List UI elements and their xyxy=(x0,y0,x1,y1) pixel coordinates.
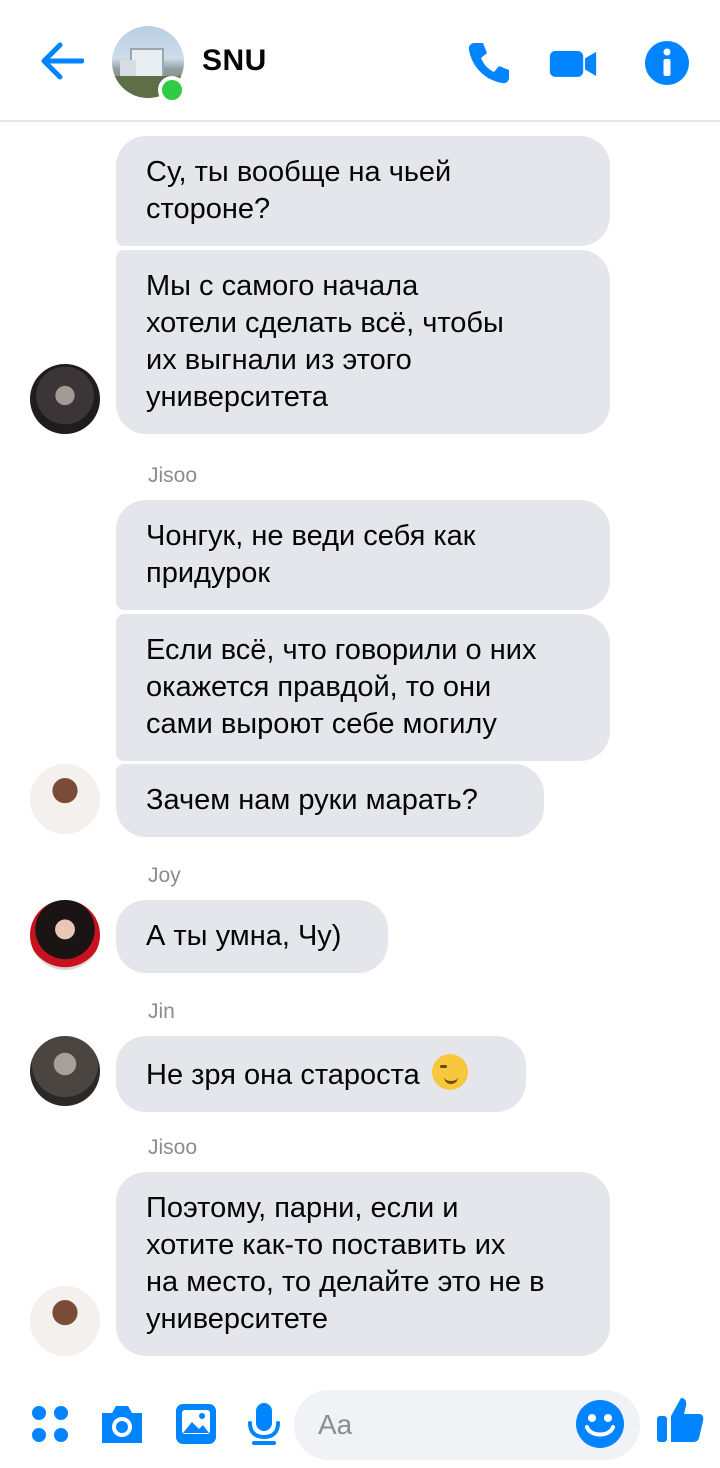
sender-name: Joy xyxy=(148,864,181,887)
arrow-left-icon xyxy=(41,42,84,80)
message-bubble[interactable]: Поэтому, парни, если и хотите как-то пос… xyxy=(116,1172,610,1356)
phone-icon xyxy=(468,43,509,84)
message-bubble[interactable]: Если всё, что говорили о них окажется пр… xyxy=(116,614,610,761)
video-call-button[interactable] xyxy=(548,38,598,88)
message-bubble[interactable]: А ты умна, Чу) xyxy=(116,900,388,973)
emoji-icon xyxy=(576,1400,624,1448)
like-button[interactable] xyxy=(654,1394,706,1446)
avatar[interactable] xyxy=(30,1036,100,1106)
message-bubble[interactable]: Чонгук, не веди себя как придурок xyxy=(116,500,610,610)
message-composer xyxy=(0,1380,720,1468)
like-icon xyxy=(657,1398,704,1442)
message-thread[interactable]: Су, ты вообще на чьей стороне? Мы с само… xyxy=(0,124,720,1374)
sender-name: Jisoo xyxy=(148,464,198,487)
avatar[interactable] xyxy=(30,764,100,834)
camera-button[interactable] xyxy=(96,1398,148,1450)
gallery-button[interactable] xyxy=(170,1398,222,1450)
sender-name: Jisoo xyxy=(148,1136,198,1159)
message-text: Не зря она староста xyxy=(146,1059,420,1091)
gallery-icon xyxy=(176,1404,216,1444)
message-bubble[interactable]: Зачем нам руки марать? xyxy=(116,764,544,837)
chat-header: SNU xyxy=(0,0,720,122)
smirking-face-emoji xyxy=(431,1054,468,1090)
message-bubble[interactable]: Не зря она староста xyxy=(116,1036,526,1112)
call-button[interactable] xyxy=(464,38,514,88)
info-icon xyxy=(645,41,689,85)
message-bubble[interactable]: Мы с самого начала хотели сделать всё, ч… xyxy=(116,250,610,434)
message-bubble[interactable]: Су, ты вообще на чьей стороне? xyxy=(116,136,610,246)
avatar[interactable] xyxy=(30,900,100,970)
menu-dots-icon xyxy=(32,1406,68,1442)
voice-button[interactable] xyxy=(238,1398,290,1450)
back-button[interactable] xyxy=(36,38,88,84)
video-camera-icon xyxy=(549,50,597,77)
camera-icon xyxy=(102,1406,142,1443)
microphone-icon xyxy=(248,1403,280,1445)
avatar[interactable] xyxy=(30,1286,100,1356)
emoji-button[interactable] xyxy=(574,1398,626,1450)
chat-title[interactable]: SNU xyxy=(202,44,267,78)
avatar[interactable] xyxy=(30,364,100,434)
online-status-dot xyxy=(158,76,186,104)
info-button[interactable] xyxy=(642,38,692,88)
more-actions-button[interactable] xyxy=(24,1398,76,1450)
sender-name: Jin xyxy=(148,1000,175,1023)
